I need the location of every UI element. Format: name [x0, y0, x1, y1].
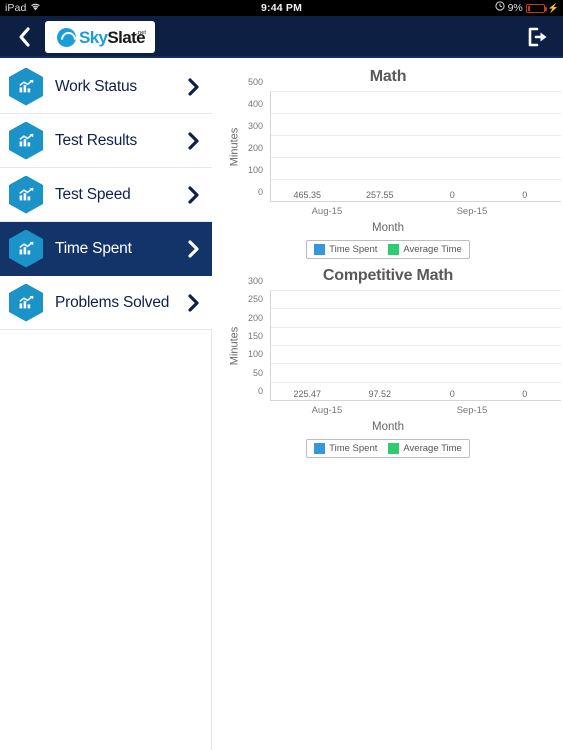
sidebar-item-test-speed[interactable]: Test Speed: [0, 168, 212, 222]
chart-title: Competitive Math: [322, 267, 454, 284]
bar-value-label: 97.52: [368, 389, 392, 399]
y-axis-ticks: 0 100 200 300 400 500: [233, 77, 267, 202]
legend-label: Average Time: [403, 443, 462, 454]
x-axis-label: Month: [372, 222, 404, 234]
logo-wordmark: SkySlate .net: [78, 27, 146, 47]
status-bar-right: 9% ⚡: [494, 0, 559, 16]
chart-title: Math: [369, 68, 407, 85]
y-tick-label: 400: [247, 99, 263, 109]
y-tick-label: 150: [247, 331, 263, 341]
bar-group: 465.35 257.55: [271, 92, 416, 202]
chart-math: Math Minutes 0 100 200 300 400 500 465.35 257.55 0…: [213, 60, 563, 259]
y-axis-ticks: 0 50 100 150 200 250 300: [233, 276, 267, 401]
logo-text-net: .net: [136, 29, 147, 36]
chart-competitive-math: Competitive Math Minutes 0 50 100 150 200 250 30…: [213, 259, 563, 458]
legend-label: Average Time: [403, 244, 462, 255]
chevron-right-icon: [187, 293, 200, 313]
logo-text-sky: Sky: [78, 27, 108, 47]
bar-group: 225.47 97.52: [271, 291, 416, 401]
status-bar-clock: 9:44 PM: [260, 2, 303, 14]
bar-series-container: 225.47 97.52 0 0: [271, 291, 561, 401]
lightning-bolt-icon: ⚡: [547, 2, 559, 13]
x-tick-label: Aug-15: [311, 206, 343, 217]
bar-chart-hexagon-icon: [9, 121, 43, 160]
sidebar-menu: Work Status Test Results Test Speed Time Sp…: [0, 60, 212, 750]
sidebar-item-problems-solved[interactable]: Problems Solved: [0, 276, 212, 330]
chart-content-panel: Math Minutes 0 100 200 300 400 500 465.35 257.55 0…: [213, 60, 563, 750]
y-tick-label: 500: [247, 77, 263, 87]
sidebar-item-test-results[interactable]: Test Results: [0, 114, 212, 168]
chevron-right-icon: [187, 185, 200, 205]
x-tick-label: Sep-15: [456, 206, 488, 217]
alarm-clock-icon: [494, 0, 505, 16]
plot-area: Minutes 0 50 100 150 200 250 300 225.47 97.52 0 0 Au…: [213, 276, 563, 416]
bar-series-container: 465.35 257.55 0 0: [271, 92, 561, 202]
x-axis-label: Month: [372, 421, 404, 433]
legend-item[interactable]: Average Time: [388, 244, 462, 255]
sidebar-item-label: Test Speed: [55, 185, 131, 203]
sidebar-item-label: Test Results: [55, 131, 138, 149]
legend-swatch: [314, 244, 326, 255]
y-tick-label: 300: [247, 276, 263, 286]
back-button[interactable]: [8, 16, 40, 58]
y-tick-label: 0: [257, 386, 263, 396]
bar-value-label: 257.55: [365, 190, 394, 200]
y-tick-label: 300: [247, 121, 263, 131]
bar-value-label: 465.35: [293, 190, 322, 200]
bar-value-label: 225.47: [293, 389, 322, 399]
bar-value-label: 0: [449, 190, 455, 200]
chevron-right-icon: [187, 77, 200, 97]
bar-value-label: 0: [522, 190, 528, 200]
legend-swatch: [388, 244, 400, 255]
battery-low-icon: [525, 3, 547, 13]
chart-legend: Time Spent Average Time: [306, 439, 470, 458]
bar-chart-hexagon-icon: [9, 283, 43, 322]
y-tick-label: 250: [247, 294, 263, 305]
app-root: iPad 9:44 PM 9% ⚡ SkySlate .net Work Sta…: [0, 0, 563, 750]
legend-item[interactable]: Time Spent: [314, 244, 377, 255]
y-tick-label: 50: [252, 367, 263, 378]
legend-item[interactable]: Average Time: [388, 443, 462, 454]
y-tick-label: 100: [247, 165, 263, 175]
plot-area: Minutes 0 100 200 300 400 500 465.35 257.55 0 0 Aug…: [213, 77, 563, 217]
legend-swatch: [314, 443, 326, 454]
legend-label: Time Spent: [329, 244, 378, 255]
legend-item[interactable]: Time Spent: [314, 443, 377, 454]
chevron-right-icon: [187, 239, 200, 259]
legend-swatch: [388, 443, 400, 454]
sidebar-item-label: Time Spent: [55, 239, 132, 257]
app-navigation-bar: SkySlate .net: [0, 16, 563, 58]
sidebar-item-work-status[interactable]: Work Status: [0, 60, 212, 114]
chart-legend: Time Spent Average Time: [306, 240, 470, 259]
bar-chart-hexagon-icon: [9, 175, 43, 214]
skyslate-swirl-icon: [56, 27, 76, 47]
bar-chart-hexagon-icon: [9, 67, 43, 106]
skyslate-logo[interactable]: SkySlate .net: [45, 21, 155, 53]
y-tick-label: 200: [247, 312, 263, 323]
sidebar-item-label: Work Status: [55, 77, 137, 95]
legend-label: Time Spent: [329, 443, 378, 454]
bar-group: 00: [416, 291, 561, 401]
ios-status-bar: iPad 9:44 PM 9% ⚡: [0, 0, 563, 16]
y-tick-label: 0: [257, 187, 263, 197]
x-axis-ticks: Aug-15 Sep-15: [271, 402, 561, 420]
chevron-left-icon: [19, 27, 30, 47]
x-tick-label: Aug-15: [311, 405, 343, 416]
bar-value-label: 0: [449, 389, 455, 399]
sidebar-item-time-spent[interactable]: Time Spent: [0, 222, 212, 276]
battery-percent: 9%: [507, 2, 523, 14]
logout-button[interactable]: [523, 16, 553, 58]
y-tick-label: 100: [247, 349, 263, 360]
sidebar-item-label: Problems Solved: [55, 293, 170, 311]
x-axis-ticks: Aug-15 Sep-15: [271, 203, 561, 221]
bar-chart-hexagon-icon: [9, 229, 43, 268]
logout-icon: [528, 27, 547, 47]
bar-value-label: 0: [522, 389, 528, 399]
x-tick-label: Sep-15: [456, 405, 488, 416]
chevron-right-icon: [187, 131, 200, 151]
y-tick-label: 200: [247, 143, 263, 153]
bar-group: 00: [416, 92, 561, 202]
